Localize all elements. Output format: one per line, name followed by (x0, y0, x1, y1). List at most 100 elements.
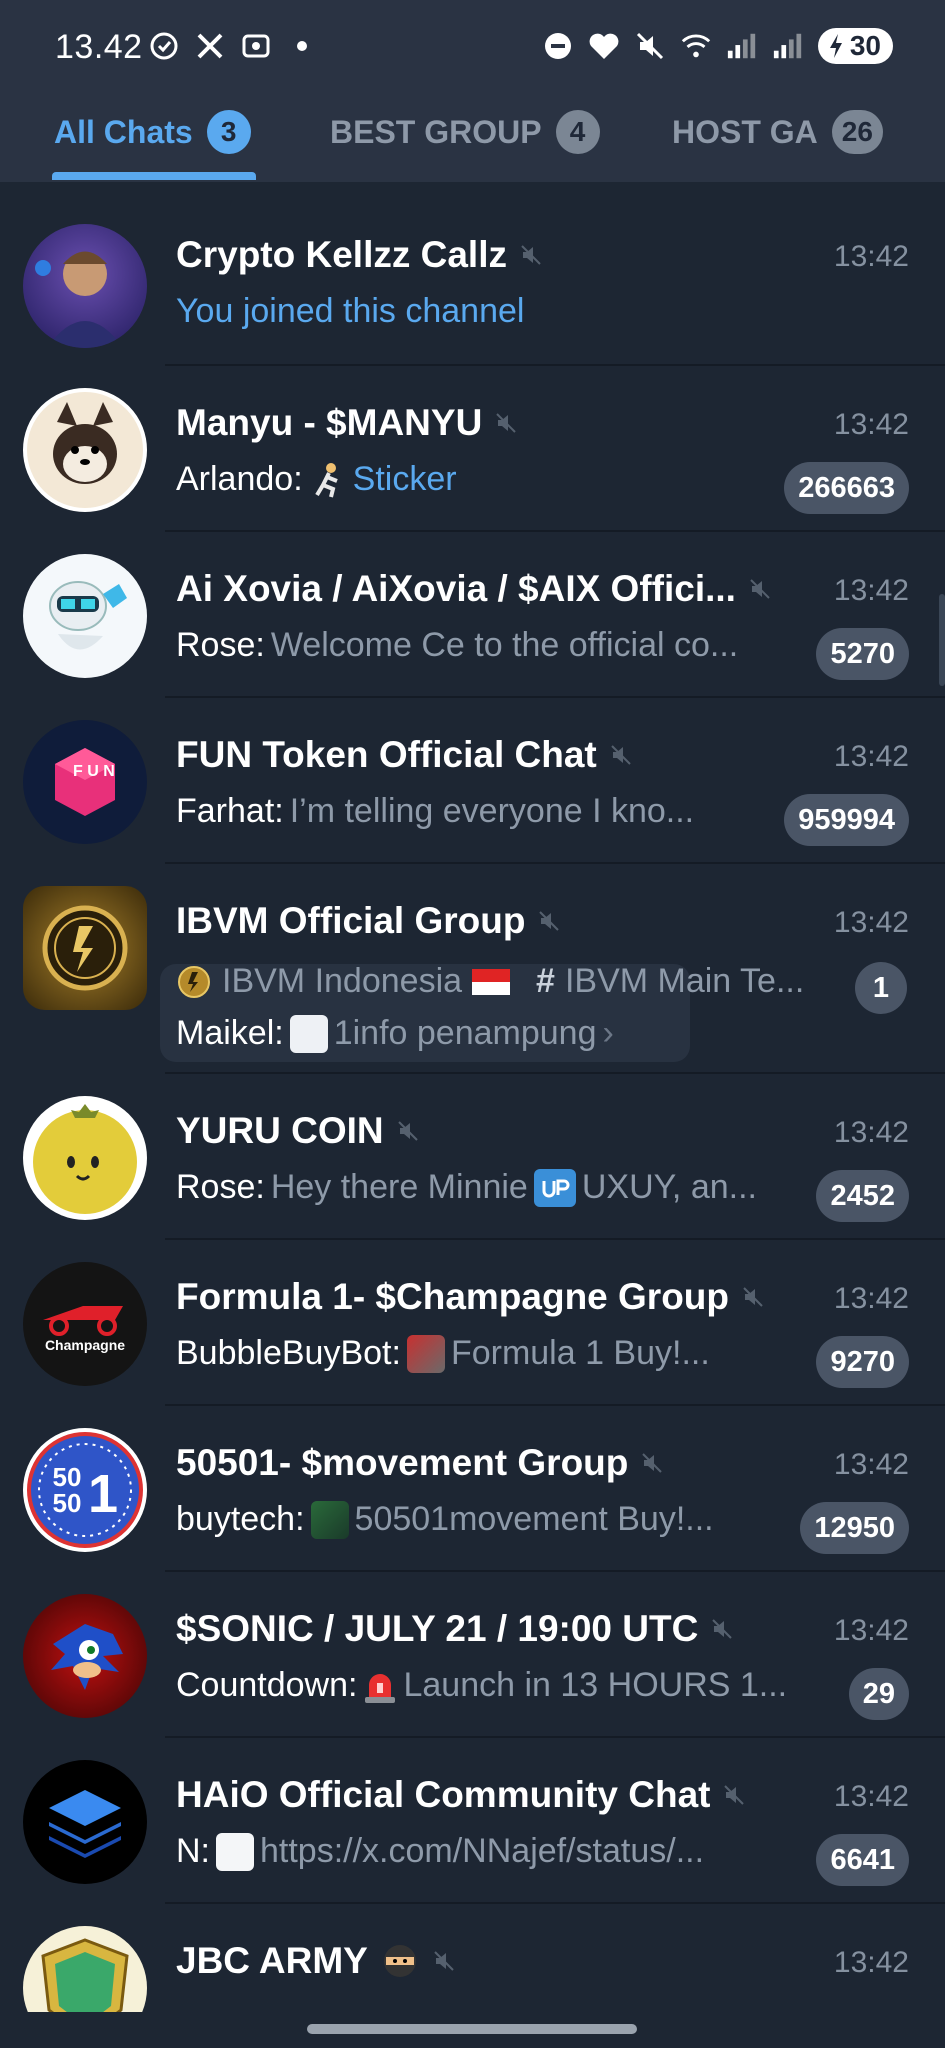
preview-sender: buytech: (176, 1500, 305, 1538)
topic-name: IBVM Main Te... (564, 962, 805, 1000)
unread-count: 1 (855, 962, 907, 1014)
avatar (23, 554, 147, 678)
preview-sender: Arlando: (176, 460, 303, 498)
app-header: 13.42 30 All Chats 3 BEST GROUP 4 HOST G… (0, 0, 945, 182)
tab-badge: 26 (831, 110, 883, 154)
chat-preview: BubbleBuyBot: Formula 1 Buy!... (176, 1334, 710, 1373)
preview-sender: N: (176, 1832, 210, 1870)
chat-title: FUN Token Official Chat (176, 734, 633, 776)
scrollbar[interactable] (939, 594, 945, 686)
unread-count: 959994 (784, 794, 909, 846)
chat-preview: Maikel: 1info penampung › (176, 1014, 614, 1053)
chat-time: 13:42 (833, 1448, 909, 1481)
muted-icon (611, 745, 631, 765)
forum-topics: IBVM Indonesia # IBVM Main Te... (176, 962, 804, 1001)
chat-preview: Rose: Hey there Minnie UXUY, an... (176, 1168, 757, 1207)
chat-preview: Arlando: Sticker (176, 460, 457, 499)
chat-time: 13:42 (833, 408, 909, 441)
chat-time: 13:42 (833, 1614, 909, 1647)
unread-count: 12950 (800, 1502, 909, 1554)
status-time: 13.42 (55, 28, 143, 66)
chat-title: $SONIC / JULY 21 / 19:00 UTC (176, 1608, 734, 1650)
indonesia-flag-icon (472, 968, 511, 995)
chat-row[interactable]: Manyu - $MANYU 13:42 Arlando: Sticker 26… (0, 366, 945, 532)
siren-emoji-icon (365, 1673, 396, 1703)
movement-logo-text-big: 1 (88, 1464, 118, 1524)
preview-text: You joined this channel (176, 292, 525, 330)
preview-text: I’m telling everyone I kno... (289, 792, 695, 830)
chat-title-text: JBC ARMY (176, 1940, 368, 1981)
chat-title-text: FUN Token Official Chat (176, 734, 597, 775)
chat-row[interactable]: 50 50 1 50501- $movement Group 13:42 buyte… (0, 1406, 945, 1572)
chat-preview: Countdown: Launch in 13 HOURS 1... (176, 1666, 787, 1705)
wifi-icon (680, 30, 712, 62)
charging-bolt-icon (829, 34, 842, 58)
tab-all-chats[interactable]: All Chats 3 (54, 110, 251, 154)
chat-title-text: Manyu - $MANYU (176, 402, 483, 443)
unread-count: 6641 (816, 1834, 909, 1886)
chat-title: YURU COIN (176, 1110, 420, 1152)
chat-preview: N: https://x.com/NNajef/status/... (176, 1832, 704, 1871)
muted-icon (397, 1121, 418, 1141)
battery-indicator: 30 (817, 28, 893, 64)
avatar (23, 886, 147, 1010)
tab-host-ga[interactable]: HOST GA 26 (672, 110, 883, 154)
preview-text: 1info penampung (333, 1014, 597, 1052)
chat-row[interactable]: Ai Xovia / AiXovia / $AIX Offici... 13:4… (0, 532, 945, 698)
dot-icon (286, 30, 318, 62)
media-thumbnail (310, 1500, 349, 1539)
home-indicator[interactable] (307, 2024, 637, 2034)
chat-row[interactable]: Champagne Formula 1- $Champagne Group 13… (0, 1240, 945, 1406)
chat-row[interactable]: $SONIC / JULY 21 / 19:00 UTC 13:42 Count… (0, 1572, 945, 1738)
chat-preview: Rose: Welcome Ce to the official co... (176, 626, 738, 665)
media-thumbnail (216, 1832, 254, 1871)
avatar (23, 1760, 147, 1884)
preview-text: Launch in 13 HOURS 1... (403, 1666, 788, 1704)
preview-text: 50501movement Buy!... (354, 1500, 714, 1538)
chat-time: 13:42 (833, 1116, 909, 1149)
chat-title-text: YURU COIN (176, 1110, 384, 1151)
chat-title: Formula 1- $Champagne Group (176, 1276, 765, 1318)
shield-icon (148, 30, 180, 62)
chat-title-text: Ai Xovia / AiXovia / $AIX Offici... (176, 568, 736, 609)
chat-list[interactable]: Crypto Kellzz Callz 13:42 You joined thi… (0, 182, 945, 2012)
chat-time: 13:42 (833, 1780, 909, 1813)
chat-time: 13:42 (833, 906, 909, 939)
chat-row[interactable]: HAiO Official Community Chat 13:42 N: ht… (0, 1738, 945, 1904)
tab-best-group[interactable]: BEST GROUP 4 (330, 110, 600, 154)
chat-title-text: 50501- $movement Group (176, 1442, 629, 1483)
avatar: Champagne (23, 1262, 147, 1386)
chat-title: Manyu - $MANYU (176, 402, 518, 444)
tab-label: HOST GA (672, 113, 818, 150)
muted-icon (642, 1453, 663, 1473)
unread-count: 29 (848, 1668, 909, 1720)
chat-row[interactable]: Crypto Kellzz Callz 13:42 You joined thi… (0, 182, 945, 366)
battery-level: 30 (849, 30, 881, 61)
x-logo-icon (194, 30, 226, 62)
chat-preview: You joined this channel (176, 292, 524, 331)
unread-count: 2452 (816, 1170, 909, 1222)
chat-title-text: IBVM Official Group (176, 900, 526, 941)
preview-text: Sticker (352, 460, 457, 498)
chat-title-text: Crypto Kellzz Callz (176, 234, 507, 275)
preview-sender: Rose: (176, 1168, 265, 1206)
signal-icon (726, 30, 758, 62)
chat-row[interactable]: YURU COIN 13:42 Rose: Hey there Minnie U… (0, 1074, 945, 1240)
champagne-logo-text: Champagne (45, 1337, 125, 1353)
chat-row[interactable]: IBVM Official Group 13:42 IBVM Indonesia… (0, 864, 945, 1074)
movement-logo-text-mid: 50 (53, 1488, 82, 1518)
chat-row[interactable]: F U N FUN Token Official Chat 13:42 Farh… (0, 698, 945, 864)
chat-title: IBVM Official Group (176, 900, 561, 942)
up-emoji-icon (533, 1168, 576, 1207)
chat-row[interactable]: JBC ARMY 13:42 (0, 1904, 945, 2012)
preview-text: UXUY, an... (581, 1168, 757, 1206)
preview-sender: Farhat: (176, 792, 284, 830)
unread-count: 5270 (816, 628, 909, 680)
signal-icon (772, 30, 804, 62)
chat-title-text: HAiO Official Community Chat (176, 1774, 711, 1815)
ninja-emoji-icon (383, 1945, 416, 1977)
muted-icon (521, 245, 541, 265)
tab-badge: 4 (555, 110, 600, 154)
do-not-disturb-icon (542, 30, 574, 62)
preview-text: Hey there Minnie (270, 1168, 528, 1206)
